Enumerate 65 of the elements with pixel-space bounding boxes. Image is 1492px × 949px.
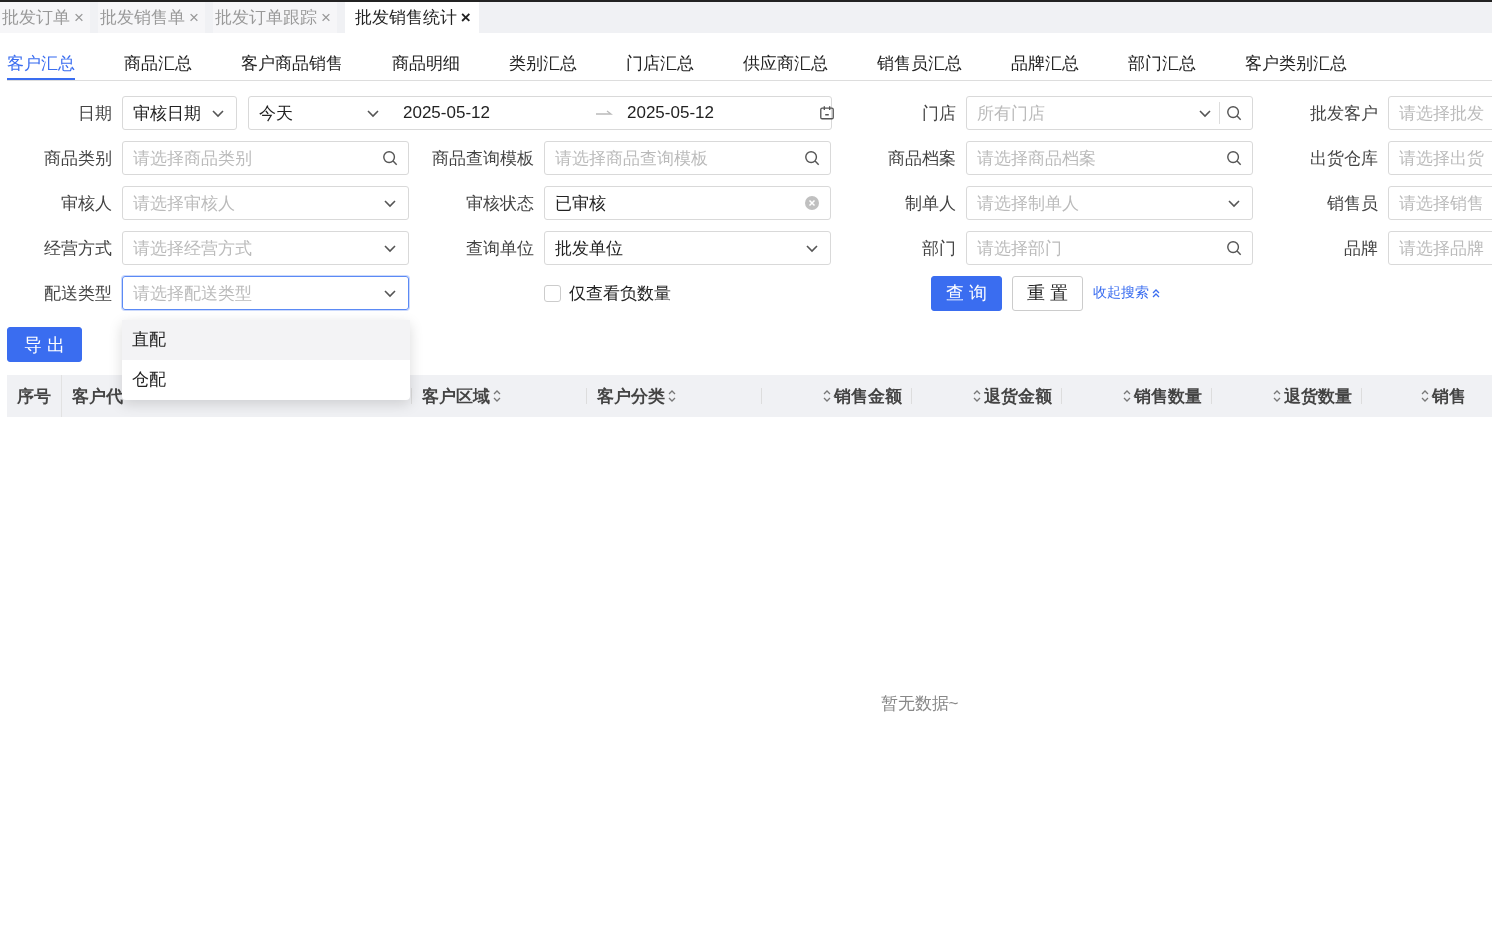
field-label: 商品档案: [887, 147, 956, 170]
sort-icon[interactable]: [667, 388, 677, 404]
search-icon: [1226, 150, 1242, 166]
report-tab[interactable]: 商品明细: [392, 42, 460, 80]
field-label: 日期: [77, 102, 112, 125]
chevron-up-icon: [1151, 288, 1162, 298]
report-tab[interactable]: 类别汇总: [509, 42, 577, 80]
report-tab[interactable]: 品牌汇总: [1011, 42, 1079, 80]
report-tab[interactable]: 客户商品销售: [241, 42, 343, 80]
empty-message: 暂无数据~: [880, 692, 959, 715]
field-label: 商品查询模板: [431, 147, 534, 170]
column-header: 客户代: [72, 385, 123, 408]
sort-icon[interactable]: [1122, 388, 1132, 404]
field-label: 审核状态: [465, 192, 534, 215]
search-icon: [1226, 105, 1242, 121]
sort-icon[interactable]: [1420, 388, 1430, 404]
field-label: 审核人: [60, 192, 112, 215]
report-tab[interactable]: 商品汇总: [124, 42, 192, 80]
column-header[interactable]: 退货数量: [1272, 384, 1352, 408]
field-label: 查询单位: [465, 237, 534, 260]
checkbox[interactable]: [544, 284, 561, 302]
collapse-search-link[interactable]: 收起搜索: [1093, 284, 1162, 302]
select-field[interactable]: 批发单位: [544, 231, 831, 265]
dropdown-option[interactable]: 直配: [122, 320, 410, 360]
sort-icon[interactable]: [822, 388, 832, 404]
search-icon: [804, 150, 820, 166]
field-label: 品牌: [1343, 237, 1378, 260]
column-header: 序号: [17, 385, 51, 408]
sort-icon[interactable]: [492, 388, 502, 404]
column-header[interactable]: 客户分类: [597, 384, 677, 408]
calendar-icon: [819, 105, 835, 121]
search-icon: [382, 150, 398, 166]
report-tab[interactable]: 销售员汇总: [877, 42, 962, 80]
date-range-field[interactable]: 今天 2025-05-12 2025-05-12: [248, 96, 832, 130]
field-label: 制单人: [904, 192, 956, 215]
field-label: 配送类型: [43, 282, 112, 305]
date-type-select[interactable]: 审核日期: [122, 96, 237, 130]
close-icon[interactable]: ×: [460, 7, 471, 28]
select-field[interactable]: 已审核: [544, 186, 831, 220]
column-header[interactable]: 销售数量: [1122, 384, 1202, 408]
checkbox-label: 仅查看负数量: [569, 282, 671, 305]
reset-button[interactable]: 重 置: [1012, 275, 1084, 311]
column-header[interactable]: 销售: [1420, 384, 1466, 408]
field-label: 出货仓库: [1309, 147, 1378, 170]
column-header[interactable]: 销售金额: [822, 384, 902, 408]
field-label: 销售员: [1326, 192, 1378, 215]
report-tab[interactable]: 部门汇总: [1128, 42, 1196, 80]
field-label: 商品类别: [43, 147, 112, 170]
field-label: 部门: [921, 237, 956, 260]
dropdown-option[interactable]: 仓配: [122, 360, 410, 400]
query-button[interactable]: 查 询: [931, 275, 1002, 311]
column-header[interactable]: 退货金额: [972, 384, 1052, 408]
report-tab[interactable]: 门店汇总: [626, 42, 694, 80]
page-tab[interactable]: 批发销售统计 ×: [344, 2, 479, 33]
search-icon: [1226, 240, 1242, 256]
field-label: 门店: [921, 102, 956, 125]
field-label: 经营方式: [43, 237, 112, 260]
column-header[interactable]: 客户区域: [422, 384, 502, 408]
sort-icon[interactable]: [972, 388, 982, 404]
export-button[interactable]: 导 出: [7, 327, 82, 362]
report-tab[interactable]: 客户类别汇总: [1245, 42, 1347, 80]
field-label: 批发客户: [1309, 102, 1378, 125]
report-tab[interactable]: 供应商汇总: [743, 42, 828, 80]
sort-icon[interactable]: [1272, 388, 1282, 404]
report-tab[interactable]: 客户汇总: [7, 42, 75, 80]
